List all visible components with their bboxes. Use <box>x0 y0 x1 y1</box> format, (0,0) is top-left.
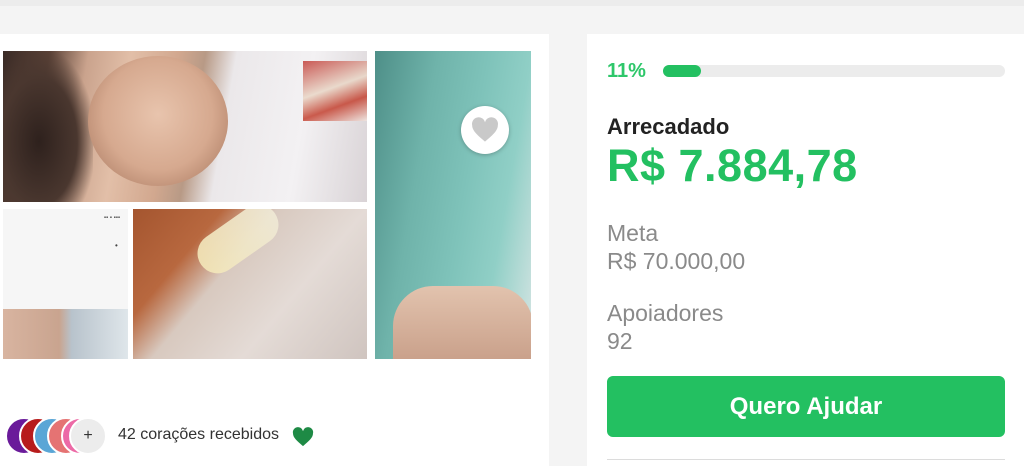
goal-amount: R$ 70.000,00 <box>607 248 746 274</box>
supporter-avatars[interactable]: S S M + <box>5 417 107 455</box>
photo-detail <box>189 209 287 282</box>
photo-detail <box>393 286 531 359</box>
progress-bar-fill <box>663 65 701 77</box>
photo-gallery: ▪▪ ▪ ▪▪▪ • <box>3 51 531 359</box>
goal-label: Meta <box>607 220 659 246</box>
photo-detail <box>88 56 228 186</box>
photo-detail <box>303 61 367 121</box>
photo-detail <box>3 51 93 202</box>
heart-icon <box>472 117 498 142</box>
photo-hospital-curtain[interactable] <box>375 51 531 359</box>
campaign-media-card: ▪▪ ▪ ▪▪▪ • S S M + 42 corações recebidos <box>0 34 549 466</box>
donation-summary-card: 11% Arrecadado R$ 7.884,78 Meta R$ 70.00… <box>587 34 1024 466</box>
backers-count: 92 <box>607 328 633 354</box>
progress-bar <box>663 65 1005 77</box>
backers-label: Apoiadores <box>607 300 724 326</box>
photo-detail: • <box>115 241 118 250</box>
hearts-received-count: 42 corações recebidos <box>118 426 279 443</box>
green-heart-icon <box>292 427 314 447</box>
donate-button[interactable]: Quero Ajudar <box>607 376 1005 437</box>
divider <box>607 459 1005 460</box>
more-supporters-button[interactable]: + <box>69 417 107 455</box>
raised-amount: R$ 7.884,78 <box>607 140 858 191</box>
photo-detail: ▪▪ ▪ ▪▪▪ <box>103 215 120 221</box>
top-bar <box>0 0 1024 6</box>
photo-detail <box>3 309 128 359</box>
photo-woman-in-bed[interactable] <box>3 51 367 202</box>
raised-label: Arrecadado <box>607 114 730 139</box>
favorite-button[interactable] <box>461 106 509 154</box>
photo-bandaged-arm[interactable] <box>133 209 367 359</box>
photo-document[interactable]: ▪▪ ▪ ▪▪▪ • <box>3 209 128 359</box>
progress-percent: 11% <box>607 60 646 82</box>
